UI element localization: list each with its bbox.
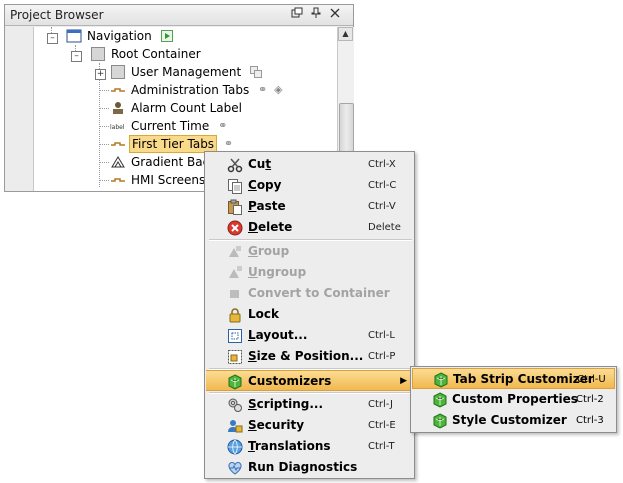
tab-strip-icon <box>110 172 126 188</box>
tag-icon: ◈ <box>274 83 283 96</box>
menu-item-run-diagnostics[interactable]: Run Diagnostics <box>206 457 413 478</box>
menu-item-lock[interactable]: Lock <box>206 304 413 325</box>
collapse-toggle[interactable]: – <box>71 51 82 62</box>
menu-item-ungroup[interactable]: Ungroup <box>206 262 413 283</box>
tree-item-root-container[interactable]: Root Container <box>90 45 203 63</box>
tree-item-current-time[interactable]: label Current Time ⚭ <box>110 117 227 135</box>
scissors-icon <box>227 157 243 173</box>
template-icon <box>250 63 263 78</box>
copy-icon <box>227 178 243 194</box>
window-icon <box>66 28 82 44</box>
submenu-item-custom-properties[interactable]: Custom Properties Ctrl-2 <box>412 389 615 410</box>
menu-item-layout[interactable]: Layout... Ctrl-L <box>206 325 413 346</box>
tree-item-navigation[interactable]: Navigation <box>66 27 173 45</box>
layout-icon <box>227 328 243 344</box>
pin-icon[interactable] <box>310 7 324 21</box>
panel-title-bar: Project Browser <box>5 5 353 26</box>
submenu-item-style-customizer[interactable]: Style Customizer Ctrl-3 <box>412 410 615 431</box>
link-icon: ⚭ <box>258 83 268 96</box>
tree-item-alarm-count-label[interactable]: Alarm Count Label <box>110 99 244 117</box>
paste-icon <box>227 199 243 215</box>
tab-strip-icon <box>110 82 126 98</box>
menu-item-group[interactable]: Group <box>206 241 413 262</box>
security-icon <box>227 418 243 434</box>
tab-strip-icon <box>110 136 126 152</box>
diagnostics-icon <box>227 460 243 476</box>
menu-item-customizers[interactable]: Customizers ▶ <box>206 370 413 391</box>
lock-icon <box>227 307 243 323</box>
menu-item-delete[interactable]: Delete Delete <box>206 217 413 238</box>
float-window-icon[interactable] <box>291 7 305 21</box>
container-icon <box>90 46 106 62</box>
scroll-thumb[interactable] <box>339 103 354 155</box>
customizer-icon <box>432 413 448 429</box>
convert-icon <box>227 286 243 302</box>
menu-item-translations[interactable]: Translations Ctrl-T <box>206 436 413 457</box>
scripting-icon <box>227 397 243 413</box>
collapse-toggle[interactable]: – <box>47 33 58 44</box>
menu-item-copy[interactable]: Copy Ctrl-C <box>206 175 413 196</box>
customizers-submenu: Tab Strip Customizer Ctrl-U Custom Prope… <box>410 366 617 433</box>
menu-item-paste[interactable]: Paste Ctrl-V <box>206 196 413 217</box>
link-icon: ⚭ <box>218 119 228 132</box>
group-icon <box>227 244 243 260</box>
tree-item-gradient-background[interactable]: Gradient Back <box>110 153 218 171</box>
menu-item-scripting[interactable]: Scripting... Ctrl-J <box>206 394 413 415</box>
svg-text:label: label <box>110 124 125 131</box>
menu-item-security[interactable]: Security Ctrl-E <box>206 415 413 436</box>
menu-item-cut[interactable]: Cut Ctrl-X <box>206 154 413 175</box>
submenu-arrow-icon: ▶ <box>400 376 407 386</box>
context-menu: Cut Ctrl-X Copy Ctrl-C Paste Ctrl-V Dele… <box>204 151 415 479</box>
menu-item-size-position[interactable]: Size & Position... Ctrl-P <box>206 346 413 367</box>
customizer-icon <box>433 372 449 388</box>
tree-item-administration-tabs[interactable]: Administration Tabs ⚭ ◈ <box>110 81 283 99</box>
scroll-up-icon[interactable]: ▲ <box>338 27 353 41</box>
customizer-icon <box>432 392 448 408</box>
expand-toggle[interactable]: + <box>95 69 106 80</box>
tree-item-user-management[interactable]: User Management <box>110 63 263 81</box>
stamp-icon <box>110 100 126 116</box>
delete-icon <box>227 220 243 236</box>
submenu-item-tab-strip-customizer[interactable]: Tab Strip Customizer Ctrl-U <box>412 368 615 389</box>
tree-item-hmi-screens-tabs[interactable]: HMI Screens T <box>110 171 218 189</box>
translations-icon <box>227 439 243 455</box>
container-icon <box>110 64 126 80</box>
panel-title: Project Browser <box>10 8 104 22</box>
triangle-icon <box>110 154 126 170</box>
size-position-icon <box>227 349 243 365</box>
close-icon[interactable] <box>329 7 343 21</box>
customizer-icon <box>227 374 243 390</box>
play-icon <box>160 27 173 42</box>
ungroup-icon <box>227 265 243 281</box>
menu-item-convert-to-container[interactable]: Convert to Container <box>206 283 413 304</box>
label-icon: label <box>110 118 126 134</box>
